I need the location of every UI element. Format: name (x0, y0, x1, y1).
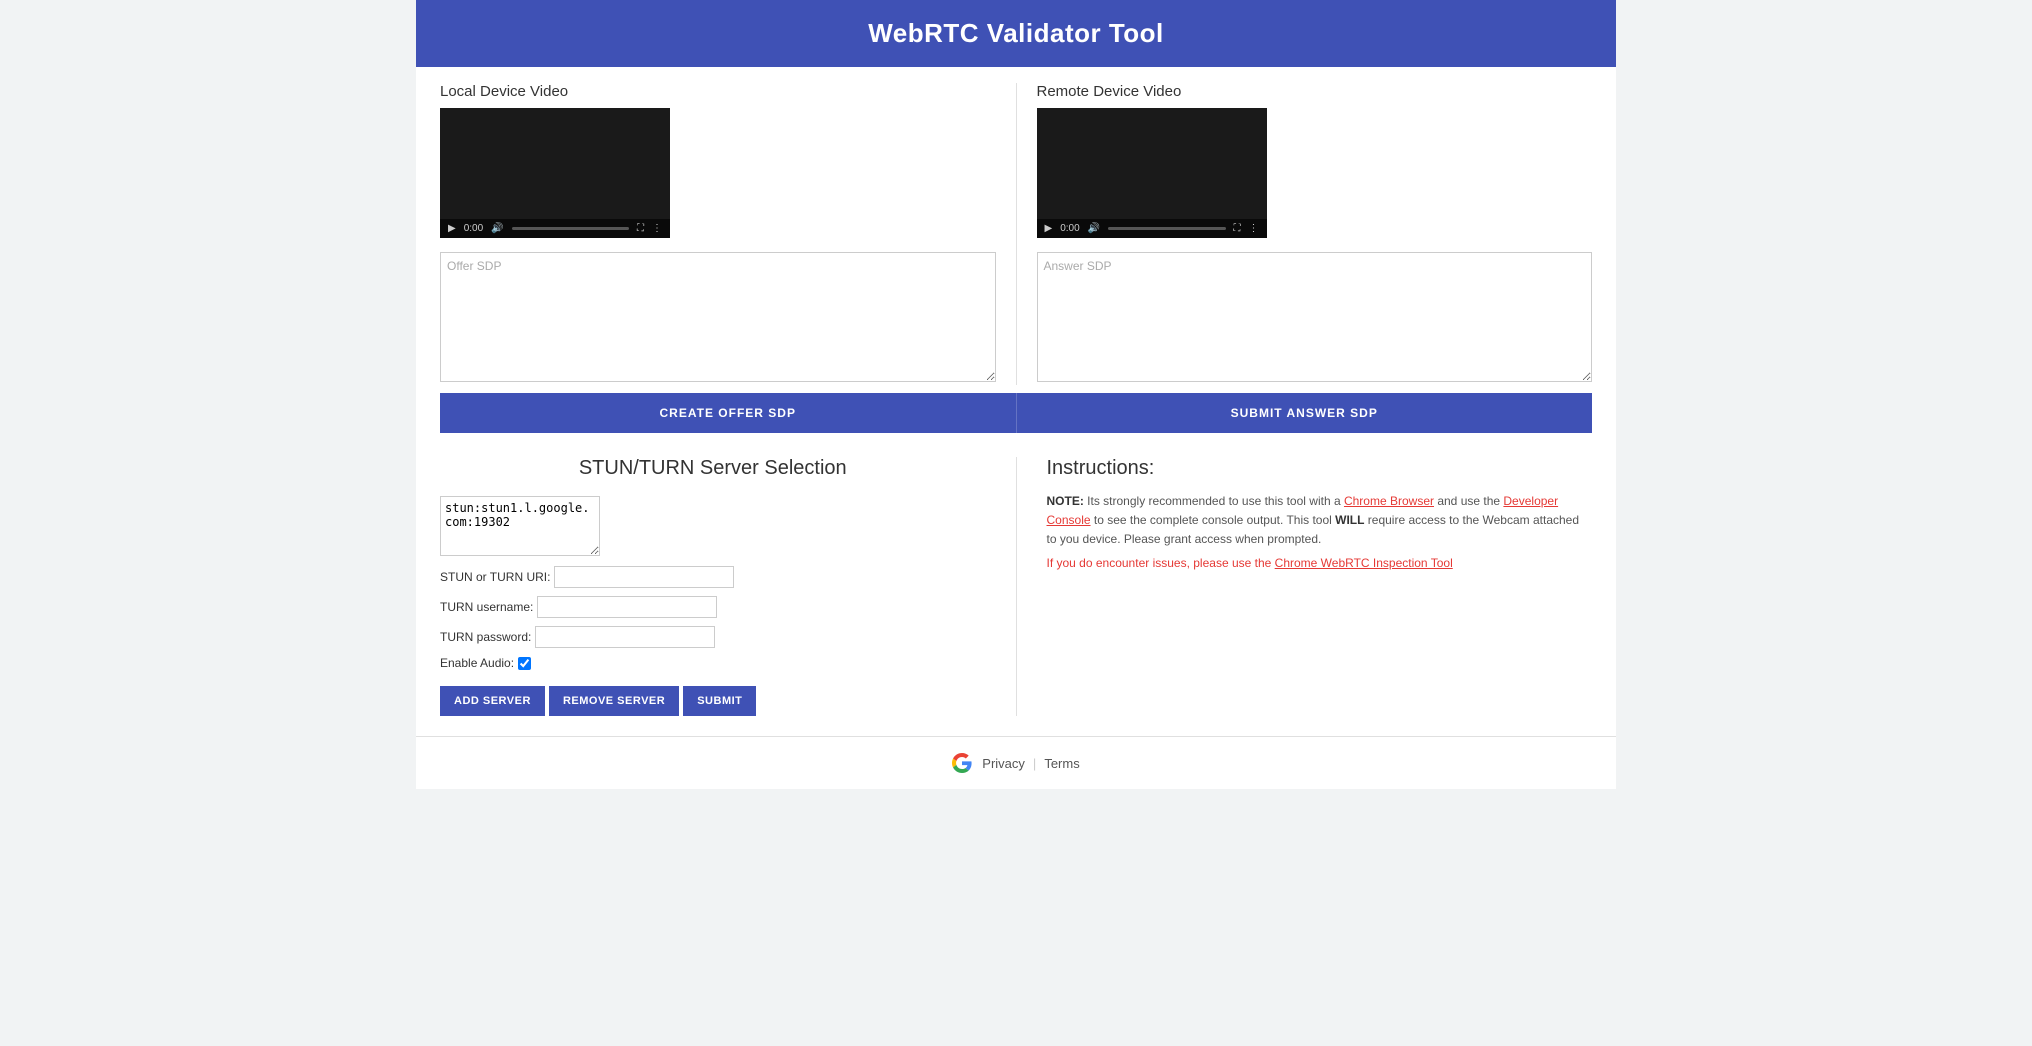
page-header: WebRTC Validator Tool (416, 0, 1616, 67)
page-footer: Privacy | Terms (416, 736, 1616, 789)
local-video-wrapper: ▶ 0:00 🔊 ⛶ ⋮ (440, 108, 670, 238)
create-offer-sdp-button[interactable]: CREATE OFFER SDP (440, 393, 1017, 433)
instructions-note: NOTE: Its strongly recommended to use th… (1047, 492, 1593, 550)
stun-uri-row: STUN or TURN URI: (440, 566, 986, 588)
turn-username-row: TURN username: (440, 596, 986, 618)
add-server-button[interactable]: ADD SERVER (440, 686, 545, 716)
answer-sdp-textarea[interactable] (1037, 252, 1593, 382)
note-text-1: Its strongly recommended to use this too… (1084, 494, 1344, 508)
stun-section-title: STUN/TURN Server Selection (440, 457, 986, 480)
local-play-button[interactable]: ▶ (448, 223, 456, 234)
footer-divider: | (1033, 756, 1036, 771)
stun-uri-input[interactable] (554, 566, 734, 588)
turn-password-row: TURN password: (440, 626, 986, 648)
privacy-link[interactable]: Privacy (982, 756, 1025, 771)
remote-more-icon[interactable]: ⋮ (1249, 223, 1259, 234)
local-volume-icon[interactable]: 🔊 (491, 223, 503, 234)
will-bold: WILL (1335, 513, 1364, 527)
remote-video-label: Remote Device Video (1037, 83, 1593, 100)
turn-password-input[interactable] (535, 626, 715, 648)
and-use-text: and use the (1434, 494, 1503, 508)
note-bold: NOTE: (1047, 494, 1084, 508)
remote-volume-icon[interactable]: 🔊 (1088, 223, 1100, 234)
bottom-section: STUN/TURN Server Selection stun:stun1.l.… (440, 433, 1592, 736)
local-progress-bar[interactable] (512, 227, 629, 230)
local-fullscreen-icon[interactable]: ⛶ (637, 223, 644, 234)
local-video-controls: ▶ 0:00 🔊 ⛶ ⋮ (440, 219, 670, 238)
local-more-icon[interactable]: ⋮ (652, 223, 662, 234)
offer-sdp-textarea[interactable] (440, 252, 996, 382)
stun-servers-list[interactable]: stun:stun1.l.google.com:19302 (440, 496, 600, 556)
stun-uri-label: STUN or TURN URI: (440, 570, 550, 584)
local-video-label: Local Device Video (440, 83, 996, 100)
submit-stun-button[interactable]: SUBMIT (683, 686, 756, 716)
remote-progress-bar[interactable] (1108, 227, 1225, 230)
local-video-panel: Local Device Video ▶ 0:00 🔊 ⛶ ⋮ (440, 83, 1016, 385)
stun-turn-panel: STUN/TURN Server Selection stun:stun1.l.… (440, 457, 1017, 716)
terms-link[interactable]: Terms (1044, 756, 1079, 771)
remove-server-button[interactable]: REMOVE SERVER (549, 686, 679, 716)
remote-video-time: 0:00 (1060, 223, 1079, 234)
footer-links: Privacy | Terms (982, 756, 1079, 771)
turn-username-input[interactable] (537, 596, 717, 618)
remote-play-button[interactable]: ▶ (1045, 223, 1053, 234)
google-logo-icon (952, 753, 972, 773)
issue-text: If you do encounter issues, please use t… (1047, 556, 1275, 570)
local-video-time: 0:00 (464, 223, 483, 234)
issue-line: If you do encounter issues, please use t… (1047, 556, 1593, 570)
remote-fullscreen-icon[interactable]: ⛶ (1234, 223, 1241, 234)
instructions-panel: Instructions: NOTE: Its strongly recomme… (1017, 457, 1593, 716)
page-title: WebRTC Validator Tool (868, 18, 1164, 48)
enable-audio-checkbox[interactable] (518, 657, 531, 670)
turn-password-label: TURN password: (440, 630, 531, 644)
turn-username-label: TURN username: (440, 600, 533, 614)
chrome-browser-link[interactable]: Chrome Browser (1344, 494, 1434, 508)
remote-video-wrapper: ▶ 0:00 🔊 ⛶ ⋮ (1037, 108, 1267, 238)
chrome-webrtc-link[interactable]: Chrome WebRTC Inspection Tool (1275, 556, 1453, 570)
remote-video-panel: Remote Device Video ▶ 0:00 🔊 ⛶ ⋮ (1016, 83, 1593, 385)
instructions-title: Instructions: (1047, 457, 1593, 480)
stun-action-buttons: ADD SERVER REMOVE SERVER SUBMIT (440, 686, 986, 716)
enable-audio-row: Enable Audio: (440, 656, 986, 670)
enable-audio-label: Enable Audio: (440, 656, 514, 670)
remote-video-controls: ▶ 0:00 🔊 ⛶ ⋮ (1037, 219, 1267, 238)
rest-text: to see the complete console output. This… (1091, 513, 1336, 527)
submit-answer-sdp-button[interactable]: SUBMIT ANSWER SDP (1017, 393, 1593, 433)
sdp-button-bar: CREATE OFFER SDP SUBMIT ANSWER SDP (440, 393, 1592, 433)
